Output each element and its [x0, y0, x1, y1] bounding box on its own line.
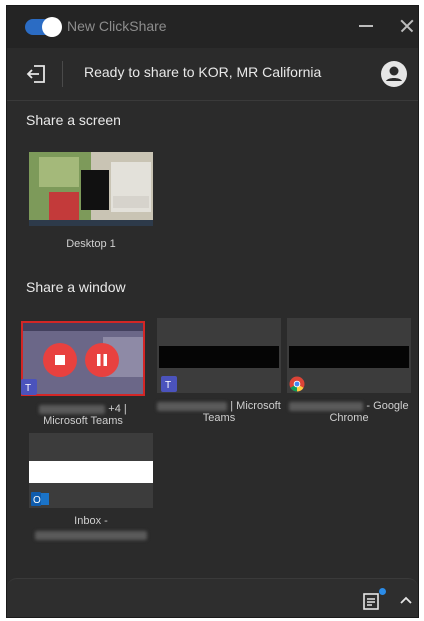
pause-sharing-button[interactable] — [85, 343, 119, 377]
title-bar: New ClickShare — [7, 6, 418, 48]
window-label-line1: +4 | — [108, 403, 127, 415]
window-label-line2: Teams — [202, 412, 236, 424]
window-label: +4 | Microsoft Teams — [21, 403, 145, 427]
stop-sharing-button[interactable] — [43, 343, 77, 377]
window-label-line2: Microsoft Teams — [43, 415, 123, 427]
desktop-1-label: Desktop 1 — [66, 238, 116, 250]
teams-icon: T — [21, 379, 37, 395]
calendar-icon[interactable] — [362, 591, 382, 611]
window-label-line1: Inbox - — [74, 515, 108, 527]
divider — [62, 61, 63, 87]
exit-icon[interactable] — [25, 62, 49, 86]
window-label: | Microsoft Teams — [157, 400, 281, 424]
svg-text:O: O — [33, 495, 41, 506]
notification-badge — [379, 588, 386, 595]
share-toggle[interactable] — [25, 17, 62, 37]
status-bar: Ready to share to KOR, MR California — [7, 48, 418, 101]
share-window-heading: Share a window — [26, 279, 126, 295]
minimize-button[interactable] — [357, 17, 375, 35]
window-label-line1: | Microsoft — [230, 400, 281, 412]
bottom-bar — [7, 578, 418, 617]
app-title: New ClickShare — [67, 18, 167, 34]
desktop-1-thumbnail[interactable] — [29, 152, 153, 226]
toggle-knob — [42, 17, 62, 37]
window-thumbnail — [21, 321, 145, 396]
status-text: Ready to share to KOR, MR California — [84, 64, 322, 80]
window-label-line2: Chrome — [329, 412, 369, 424]
svg-text:T: T — [165, 380, 171, 391]
window-label: Inbox - — [29, 515, 153, 540]
svg-text:T: T — [25, 383, 31, 394]
share-screen-heading: Share a screen — [26, 112, 121, 128]
clickshare-app: New ClickShare Ready to share to KOR, MR… — [6, 5, 419, 618]
teams-icon: T — [161, 376, 177, 392]
outlook-icon: O — [31, 491, 49, 507]
window-label: - Google Chrome — [287, 400, 411, 424]
window-thumbnail — [287, 318, 411, 393]
close-button[interactable] — [397, 16, 417, 36]
chevron-up-icon[interactable] — [399, 593, 413, 607]
account-icon[interactable] — [380, 60, 408, 88]
chrome-icon — [289, 376, 305, 392]
window-label-line1: - Google — [366, 400, 409, 412]
